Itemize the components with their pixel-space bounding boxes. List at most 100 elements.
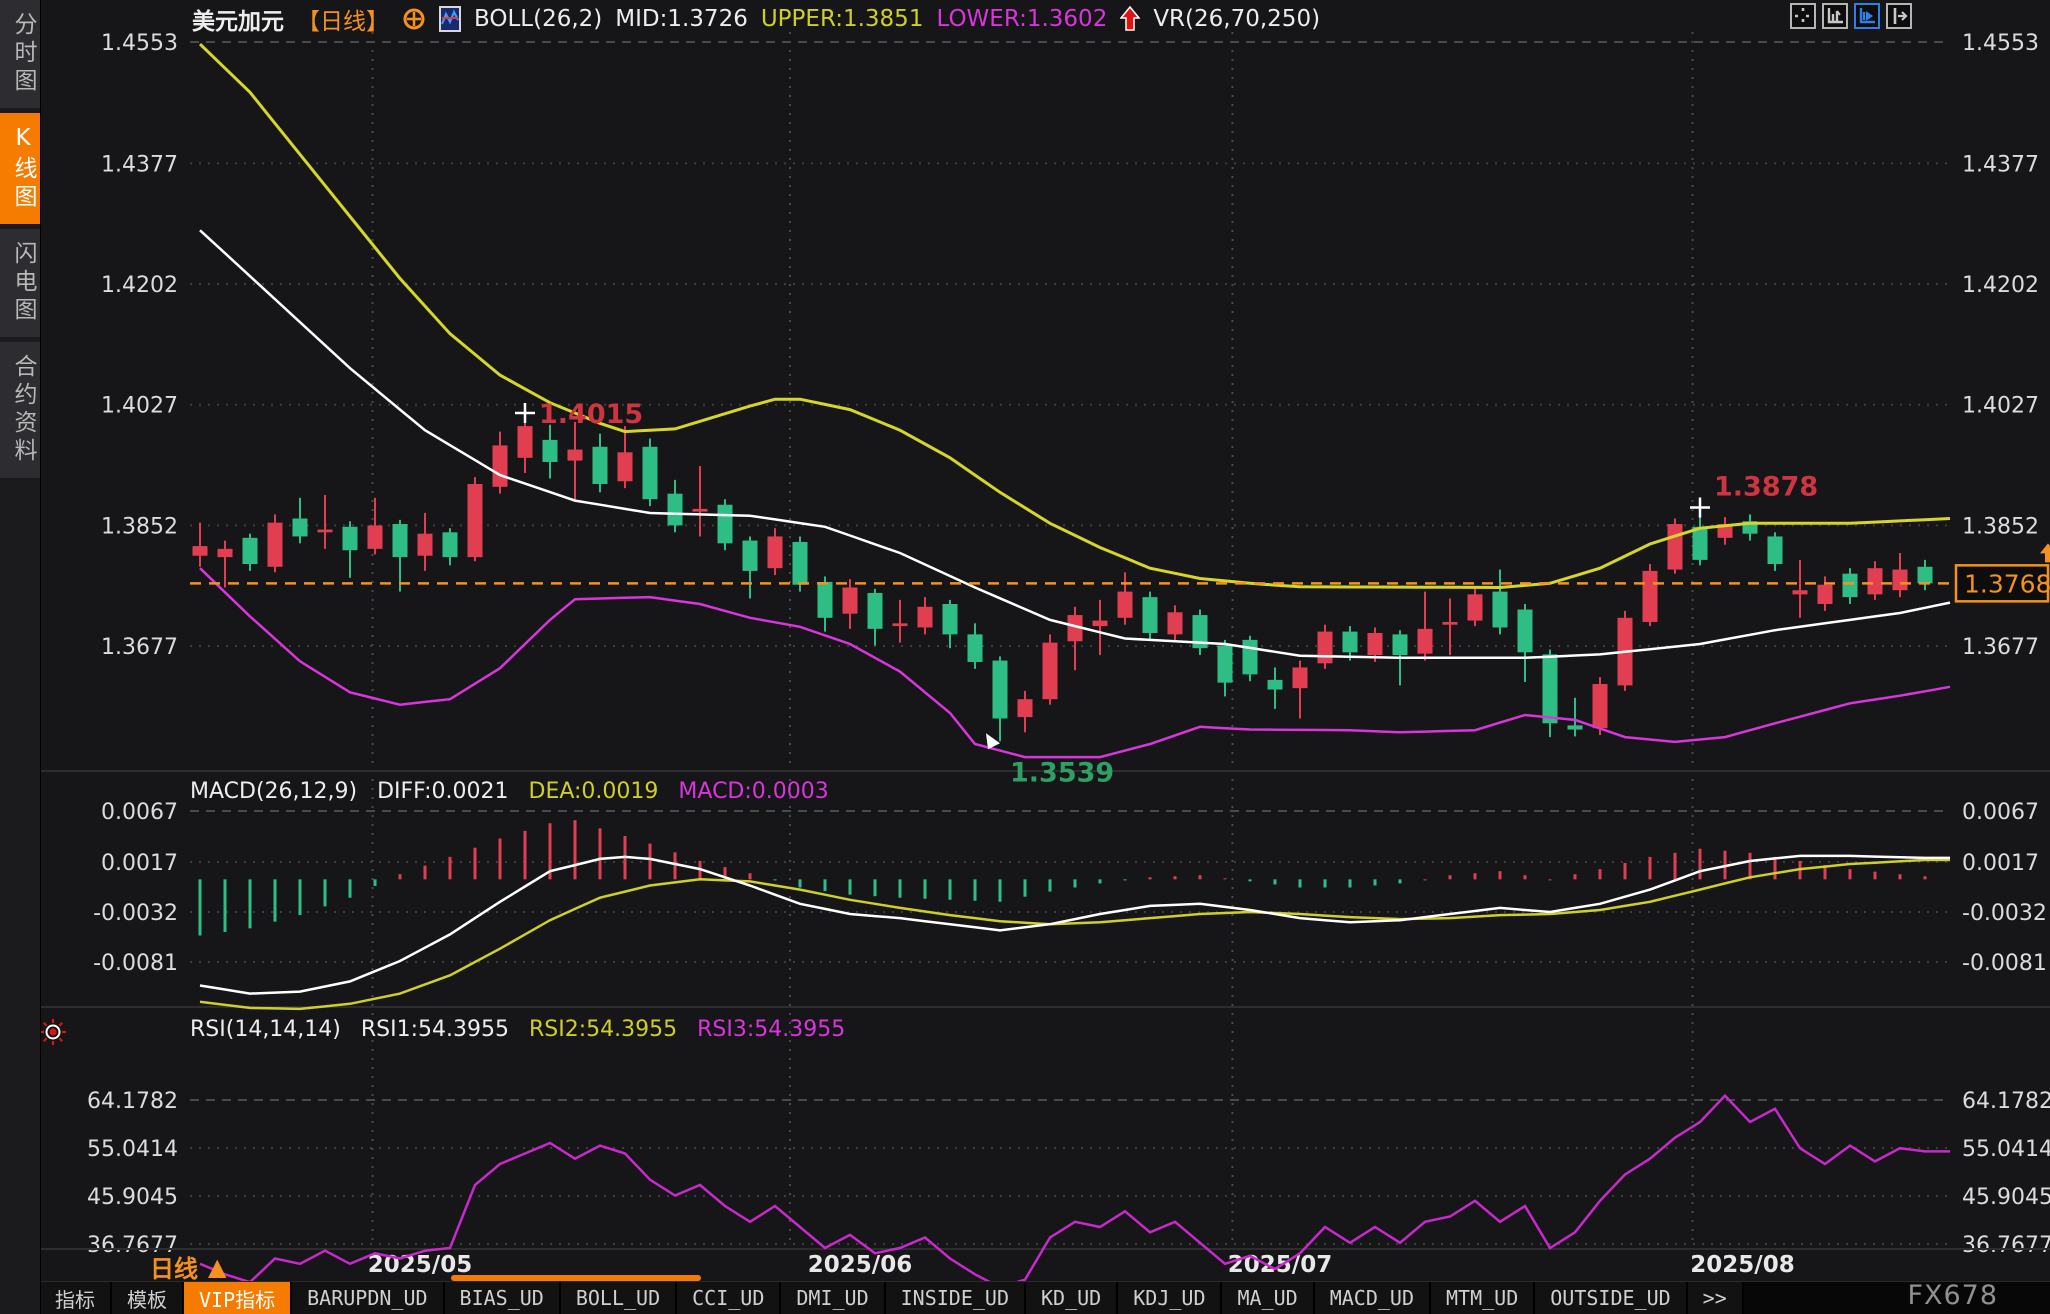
- toolbar-item-10[interactable]: KDJ_UD: [1118, 1282, 1222, 1314]
- toolbar-item-14[interactable]: OUTSIDE_UD: [1535, 1282, 1687, 1314]
- low-arrow-marker: [986, 733, 1000, 749]
- boll-mid-value: MID:1.3726: [615, 6, 748, 32]
- sidebar-tab-kline-chart[interactable]: K线图: [0, 113, 40, 224]
- y-axis-label-right: 1.4027: [1962, 394, 2039, 419]
- boll-label: BOLL(26,2): [474, 6, 602, 32]
- toolbar-item-11[interactable]: MA_UD: [1222, 1282, 1314, 1314]
- macd-histogram-bar: [1899, 874, 1902, 879]
- candle-body: [493, 445, 508, 486]
- candle-body: [1368, 633, 1383, 655]
- y-axis-label-left: 45.9045: [87, 1185, 178, 1210]
- candle-body: [668, 494, 683, 526]
- chart-region[interactable]: 1.45531.45531.43771.43771.42021.42021.40…: [40, 0, 2050, 1282]
- candle-body: [443, 532, 458, 557]
- toolbar-item-6[interactable]: CCI_UD: [677, 1282, 781, 1314]
- candle-body: [618, 452, 633, 481]
- rsi2-value: RSI2:54.3955: [529, 1017, 677, 1042]
- toolbar-item-12[interactable]: MACD_UD: [1315, 1282, 1431, 1314]
- rsi-header-row: RSI(14,14,14) RSI1:54.3955 RSI2:54.3955 …: [190, 1017, 845, 1042]
- indicator-chart-icon[interactable]: [439, 6, 461, 32]
- macd-histogram-bar: [1149, 877, 1152, 879]
- macd-histogram-bar: [1399, 879, 1402, 883]
- macd-title: MACD(26,12,9): [190, 779, 357, 804]
- toolbar-item-5[interactable]: BOLL_UD: [561, 1282, 677, 1314]
- bottom-toolbar: 指标模板VIP指标BARUPDN_UDBIAS_UDBOLL_UDCCI_UDD…: [40, 1281, 2050, 1314]
- candle-body: [1143, 597, 1158, 633]
- boll-upper-value: UPPER:1.3851: [761, 6, 924, 32]
- period-selector[interactable]: 日线 ▲: [150, 1249, 226, 1284]
- y-axis-label-left: 55.0414: [87, 1137, 178, 1162]
- candle-body: [643, 447, 658, 499]
- toolbar-item-4[interactable]: BIAS_UD: [445, 1282, 561, 1314]
- sidebar-tab-lightning-chart[interactable]: 闪电图: [0, 229, 40, 337]
- macd-histogram-bar: [1274, 879, 1277, 884]
- candle-body: [743, 541, 758, 571]
- candle-body: [1668, 524, 1683, 570]
- toolbar-item-1[interactable]: 模板: [112, 1282, 184, 1314]
- macd-header-row: MACD(26,12,9) DIFF:0.0021 DEA:0.0019 MAC…: [190, 779, 829, 804]
- toolbar-item-15[interactable]: >>: [1688, 1282, 1744, 1314]
- macd-histogram-bar: [599, 828, 602, 879]
- toolbar-item-3[interactable]: BARUPDN_UD: [292, 1282, 444, 1314]
- y-axis-label-left: 1.4553: [101, 31, 178, 56]
- macd-histogram-bar: [1374, 879, 1377, 885]
- candle-body: [1093, 621, 1108, 627]
- macd-histogram-bar: [1849, 869, 1852, 879]
- macd-histogram-bar: [899, 879, 902, 897]
- current-price-box: 1.3768: [1956, 543, 2050, 601]
- candle-body: [368, 525, 383, 548]
- candle-body: [318, 530, 333, 533]
- y-axis-label-left: 1.3852: [101, 514, 178, 539]
- y-axis-label-right: 1.3852: [1962, 514, 2039, 539]
- sidebar-tab-time-chart[interactable]: 分时图: [0, 0, 40, 108]
- candle-body: [293, 519, 308, 537]
- macd-histogram-bar: [374, 879, 377, 886]
- candle-body: [1893, 570, 1908, 591]
- macd-histogram-bar: [1774, 857, 1777, 879]
- macd-histogram-bar: [199, 879, 202, 935]
- toolbar-item-8[interactable]: INSIDE_UD: [886, 1282, 1026, 1314]
- y-axis-label-left: -0.0032: [93, 901, 178, 926]
- macd-histogram-bar: [1674, 853, 1677, 880]
- watermark: FX678: [1907, 1280, 1998, 1311]
- candlestick-chart-canvas[interactable]: 1.45531.45531.43771.43771.42021.42021.40…: [40, 0, 2050, 1282]
- toolbar-item-0[interactable]: 指标: [40, 1282, 112, 1314]
- crosshair-toggle-icon[interactable]: [402, 7, 426, 31]
- period-tag[interactable]: 【日线】: [297, 2, 389, 36]
- candle-body: [593, 447, 608, 484]
- candle-body: [218, 549, 233, 557]
- toolbar-item-13[interactable]: MTM_UD: [1431, 1282, 1535, 1314]
- macd-histogram-bar: [1324, 879, 1327, 887]
- move-tool-icon[interactable]: [1790, 3, 1816, 29]
- sidebar-tab-contract-info[interactable]: 合约资料: [0, 342, 40, 478]
- macd-histogram-bar: [1699, 849, 1702, 880]
- toolbar-item-2[interactable]: VIP指标: [184, 1282, 292, 1314]
- macd-histogram-bar: [1074, 879, 1077, 887]
- price-annotation: 1.4015: [539, 399, 643, 430]
- macd-histogram-bar: [399, 874, 402, 879]
- candle-body: [1118, 592, 1133, 618]
- app-root: { "colors":{ "accent_orange":"#f57c00","…: [0, 0, 2050, 1314]
- macd-histogram-bar: [849, 879, 852, 894]
- candle-body: [1843, 574, 1858, 597]
- toolbar-item-7[interactable]: DMI_UD: [781, 1282, 885, 1314]
- toolbar-item-9[interactable]: KD_UD: [1026, 1282, 1118, 1314]
- candle-body: [893, 623, 908, 626]
- y-axis-label-right: 0.0017: [1962, 851, 2039, 876]
- shift-axis-icon[interactable]: [1886, 3, 1912, 29]
- candle-body: [718, 505, 733, 544]
- macd-histogram-bar: [1199, 875, 1202, 879]
- alert-dot-icon[interactable]: [40, 1019, 66, 1045]
- candle-body: [918, 607, 933, 628]
- macd-diff-line: [200, 856, 1950, 994]
- macd-histogram-bar: [1524, 875, 1527, 879]
- macd-histogram-bar: [1424, 879, 1427, 880]
- rsi1-value: RSI1:54.3955: [361, 1017, 509, 1042]
- candle-body: [1593, 684, 1608, 728]
- macd-histogram-bar: [749, 873, 752, 879]
- price-annotation: 1.3878: [1714, 471, 1818, 502]
- macd-histogram-bar: [1624, 863, 1627, 879]
- auto-scroll-icon[interactable]: [1854, 3, 1880, 29]
- axis-scale-icon[interactable]: [1822, 3, 1848, 29]
- macd-macd-value: MACD:0.0003: [678, 779, 828, 804]
